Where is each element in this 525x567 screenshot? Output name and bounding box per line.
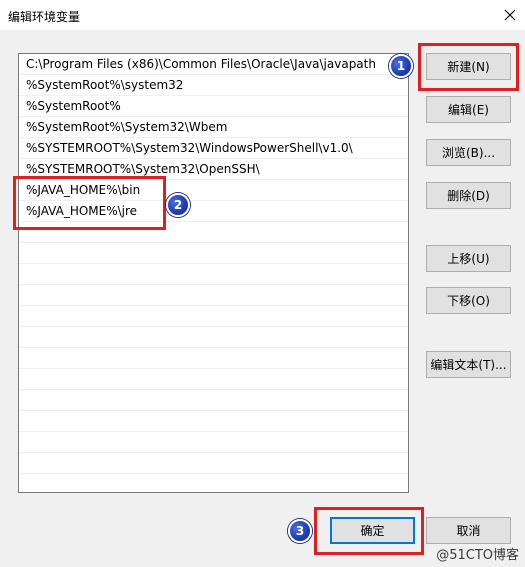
browse-button[interactable]: 浏览(B)...: [426, 139, 511, 166]
annotation-badge-1: 1: [389, 54, 413, 78]
annotation-badge-3: 3: [288, 519, 312, 543]
list-item-empty[interactable]: [19, 306, 408, 327]
delete-button[interactable]: 删除(D): [426, 182, 511, 209]
window-title: 编辑环境变量: [8, 10, 81, 24]
list-item-empty[interactable]: [19, 390, 408, 411]
new-button[interactable]: 新建(N): [426, 53, 511, 80]
path-list[interactable]: C:\Program Files (x86)\Common Files\Orac…: [18, 53, 409, 493]
list-item-empty[interactable]: [19, 222, 408, 243]
list-item-empty[interactable]: [19, 348, 408, 369]
edit-text-button[interactable]: 编辑文本(T)...: [426, 351, 511, 378]
move-up-button[interactable]: 上移(U): [426, 245, 511, 272]
list-item[interactable]: %SystemRoot%: [19, 96, 408, 117]
annotation-badge-2: 2: [166, 193, 190, 217]
list-item-empty[interactable]: [19, 243, 408, 264]
list-item-empty[interactable]: [19, 369, 408, 390]
list-item-empty[interactable]: [19, 453, 408, 474]
list-item-empty[interactable]: [19, 432, 408, 453]
list-item[interactable]: %SystemRoot%\System32\Wbem: [19, 117, 408, 138]
list-item-empty[interactable]: [19, 411, 408, 432]
move-down-button[interactable]: 下移(O): [426, 287, 511, 314]
edit-button[interactable]: 编辑(E): [426, 96, 511, 123]
title-bar: 编辑环境变量: [0, 0, 525, 30]
list-item-empty[interactable]: [19, 474, 408, 492]
close-button[interactable]: [495, 0, 525, 30]
list-item[interactable]: C:\Program Files (x86)\Common Files\Orac…: [19, 54, 408, 75]
list-item-empty[interactable]: [19, 327, 408, 348]
list-item[interactable]: %SYSTEMROOT%\System32\WindowsPowerShell\…: [19, 138, 408, 159]
watermark: @51CTO博客: [436, 548, 519, 563]
list-item[interactable]: %SystemRoot%\system32: [19, 75, 408, 96]
list-item-empty[interactable]: [19, 264, 408, 285]
close-icon: [504, 9, 516, 21]
list-item[interactable]: %JAVA_HOME%\jre: [19, 201, 408, 222]
cancel-button[interactable]: 取消: [426, 517, 511, 544]
list-item-empty[interactable]: [19, 285, 408, 306]
list-item[interactable]: %JAVA_HOME%\bin: [19, 180, 408, 201]
ok-button[interactable]: 确定: [330, 517, 415, 544]
list-item[interactable]: %SYSTEMROOT%\System32\OpenSSH\: [19, 159, 408, 180]
